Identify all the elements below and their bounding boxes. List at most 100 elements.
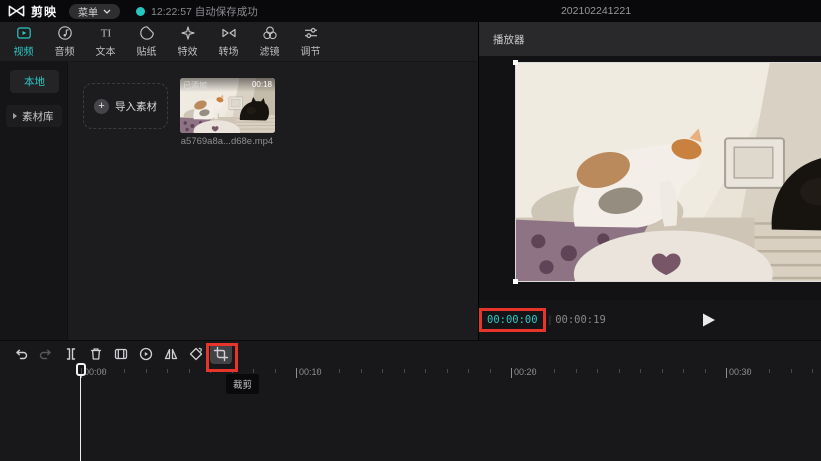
- time-separator: |: [549, 315, 552, 326]
- effects-icon: [180, 25, 196, 41]
- tab-audio[interactable]: 音频: [44, 22, 85, 61]
- ruler-minor-tick: [339, 369, 340, 373]
- rotate-icon: [188, 346, 204, 362]
- tab-transition[interactable]: 转场: [208, 22, 249, 61]
- ruler-minor-tick: [318, 369, 319, 373]
- app-logo-icon: [8, 4, 25, 18]
- timeline-section: 裁剪 00:0000:1000:2000:30: [0, 340, 821, 461]
- import-material-label: 导入素材: [115, 99, 157, 114]
- split-icon: [63, 346, 79, 362]
- ruler-minor-tick: [554, 369, 555, 373]
- annotation-box-timecode: 00:00:00: [479, 308, 546, 332]
- audio-icon: [57, 25, 73, 41]
- tab-label: 贴纸: [137, 43, 157, 58]
- media-grid: + 导入素材 已添加 00:18 a5769a8a...d68e.mp4: [69, 62, 478, 340]
- frame-handle-bottom-left[interactable]: [513, 279, 518, 284]
- ruler-minor-tick: [812, 369, 813, 373]
- ruler-minor-tick: [769, 369, 770, 373]
- split-button[interactable]: [60, 343, 82, 364]
- clip-filename: a5769a8a...d68e.mp4: [161, 136, 293, 147]
- media-sidebar: 本地 素材库: [0, 62, 68, 340]
- freeze-frame-icon: [113, 346, 129, 362]
- delete-icon: [88, 346, 104, 362]
- video-frame-image: [516, 63, 821, 281]
- svg-text:TI: TI: [100, 28, 111, 40]
- player-header: 播放器: [479, 22, 821, 56]
- tab-filter[interactable]: 滤镜: [249, 22, 290, 61]
- play-icon: [703, 314, 715, 327]
- topbar: 剪映 菜单 12:22:57 自动保存成功 202102241221: [0, 0, 821, 22]
- ruler-minor-tick: [210, 369, 211, 373]
- play-button[interactable]: [703, 314, 715, 327]
- media-tabstrip: 视频 音频 TI 文本 贴纸 特效: [0, 22, 478, 62]
- reverse-button[interactable]: [135, 343, 157, 364]
- ruler-major-tick: [511, 368, 512, 378]
- tab-label: 文本: [96, 43, 116, 58]
- ruler-minor-tick: [103, 369, 104, 373]
- tab-adjust[interactable]: 调节: [290, 22, 331, 61]
- text-icon: TI: [98, 25, 114, 41]
- reverse-icon: [138, 346, 154, 362]
- tab-video[interactable]: 视频: [3, 22, 44, 61]
- rotate-button[interactable]: [185, 343, 207, 364]
- undo-icon: [13, 346, 29, 362]
- video-frame[interactable]: [515, 62, 821, 282]
- ruler-minor-tick: [597, 369, 598, 373]
- sidebar-item-label: 素材库: [22, 109, 54, 124]
- ruler-minor-tick: [124, 369, 125, 373]
- ruler-minor-tick: [146, 369, 147, 373]
- undo-button[interactable]: [10, 343, 32, 364]
- tab-effects[interactable]: 特效: [167, 22, 208, 61]
- frame-handle-top-left[interactable]: [513, 60, 518, 65]
- ruler-minor-tick: [640, 369, 641, 373]
- ruler-minor-tick: [253, 369, 254, 373]
- timeline-ruler[interactable]: 00:0000:1000:2000:30: [0, 365, 821, 381]
- autosave-status-dot-icon: [136, 7, 145, 16]
- ruler-minor-tick: [382, 369, 383, 373]
- tab-sticker[interactable]: 贴纸: [126, 22, 167, 61]
- clip-added-badge: 已添加: [183, 80, 207, 91]
- ruler-minor-tick: [189, 369, 190, 373]
- tab-text[interactable]: TI 文本: [85, 22, 126, 61]
- mirror-button[interactable]: [160, 343, 182, 364]
- ruler-minor-tick: [167, 369, 168, 373]
- transition-icon: [221, 25, 237, 41]
- ruler-minor-tick: [533, 369, 534, 373]
- ruler-minor-tick: [361, 369, 362, 373]
- import-material-button[interactable]: + 导入素材: [83, 83, 168, 129]
- current-time: 00:00:00: [487, 314, 538, 326]
- video-icon: [16, 25, 32, 41]
- freeze-frame-button[interactable]: [110, 343, 132, 364]
- tab-label: 特效: [178, 43, 198, 58]
- sidebar-item-library[interactable]: 素材库: [6, 105, 62, 127]
- redo-button[interactable]: [35, 343, 57, 364]
- tab-label: 调节: [301, 43, 321, 58]
- ruler-minor-tick: [425, 369, 426, 373]
- media-section: 视频 音频 TI 文本 贴纸 特效: [0, 22, 478, 340]
- delete-button[interactable]: [85, 343, 107, 364]
- crop-tooltip: 裁剪: [226, 374, 259, 394]
- sidebar-item-local[interactable]: 本地: [10, 70, 59, 93]
- adjust-icon: [303, 25, 319, 41]
- ruler-minor-tick: [662, 369, 663, 373]
- playhead-handle[interactable]: [76, 363, 86, 376]
- ruler-minor-tick: [404, 369, 405, 373]
- ruler-minor-tick: [683, 369, 684, 373]
- mirror-icon: [163, 346, 179, 362]
- filter-icon: [262, 25, 278, 41]
- media-clip-thumbnail[interactable]: 已添加 00:18: [180, 78, 275, 133]
- app-name: 剪映: [31, 3, 57, 20]
- player-controls: 00:00:00 | 00:00:19: [479, 300, 821, 340]
- expand-arrow-icon: [13, 113, 17, 119]
- total-time: 00:00:19: [555, 314, 606, 326]
- menu-button[interactable]: 菜单: [69, 4, 120, 19]
- crop-button[interactable]: [210, 343, 232, 364]
- autosave-status: 12:22:57 自动保存成功: [136, 4, 258, 19]
- ruler-minor-tick: [490, 369, 491, 373]
- sticker-icon: [139, 25, 155, 41]
- player-panel-title: 播放器: [493, 32, 525, 47]
- ruler-major-tick: [296, 368, 297, 378]
- ruler-minor-tick: [275, 369, 276, 373]
- ruler-minor-tick: [468, 369, 469, 373]
- project-title: 202102241221: [561, 0, 631, 22]
